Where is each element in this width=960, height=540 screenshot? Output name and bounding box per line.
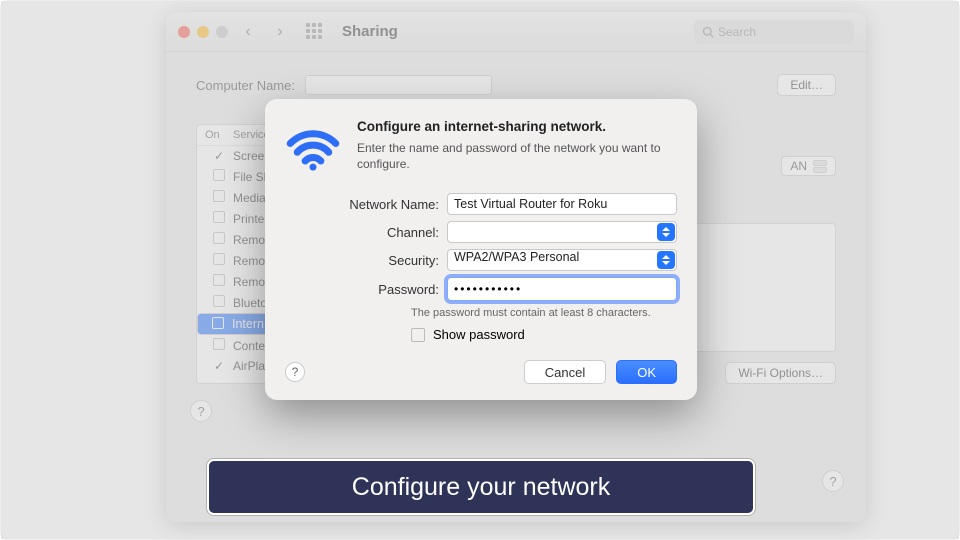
minimize-icon[interactable] [197, 26, 209, 38]
zoom-icon[interactable] [216, 26, 228, 38]
titlebar: ‹ › Sharing Search [166, 12, 866, 52]
channel-label: Channel: [329, 225, 447, 240]
computer-name-input[interactable] [305, 75, 492, 95]
help-button[interactable]: ? [822, 470, 844, 492]
dialog-title: Configure an internet-sharing network. [357, 119, 677, 134]
lan-label: AN [790, 159, 807, 173]
cancel-button[interactable]: Cancel [524, 360, 606, 384]
chevron-updown-icon [657, 223, 675, 241]
security-select[interactable]: WPA2/WPA3 Personal [447, 249, 677, 271]
password-input[interactable] [447, 277, 677, 301]
forward-button[interactable]: › [268, 22, 292, 42]
lan-select[interactable]: AN [781, 156, 836, 176]
edit-button[interactable]: Edit… [777, 74, 836, 96]
search-placeholder: Search [718, 25, 756, 39]
show-password-label: Show password [433, 327, 525, 342]
channel-select[interactable] [447, 221, 677, 243]
computer-name-label: Computer Name: [196, 78, 295, 93]
network-name-input[interactable] [447, 193, 677, 215]
close-icon[interactable] [178, 26, 190, 38]
col-on: On [205, 129, 233, 141]
password-label: Password: [329, 282, 447, 297]
caption-banner: Configure your network [207, 459, 755, 515]
security-label: Security: [329, 253, 447, 268]
help-button[interactable]: ? [285, 362, 305, 382]
network-name-label: Network Name: [329, 197, 447, 212]
configure-network-dialog: Configure an internet-sharing network. E… [265, 99, 697, 400]
show-password-checkbox[interactable] [411, 328, 425, 342]
password-hint: The password must contain at least 8 cha… [411, 307, 677, 319]
window-title: Sharing [342, 23, 398, 40]
back-button[interactable]: ‹ [236, 22, 260, 42]
traffic-lights [178, 26, 228, 38]
ok-button[interactable]: OK [616, 360, 677, 384]
wifi-options-button[interactable]: Wi-Fi Options… [725, 362, 836, 384]
stepper-icon [813, 160, 827, 173]
help-button[interactable]: ? [190, 400, 212, 422]
chevron-updown-icon [657, 251, 675, 269]
wifi-icon [285, 119, 341, 175]
dialog-subtitle: Enter the name and password of the netwo… [357, 140, 677, 172]
search-icon [702, 26, 714, 38]
apps-grid-icon[interactable] [306, 23, 324, 41]
search-input[interactable]: Search [694, 20, 854, 44]
